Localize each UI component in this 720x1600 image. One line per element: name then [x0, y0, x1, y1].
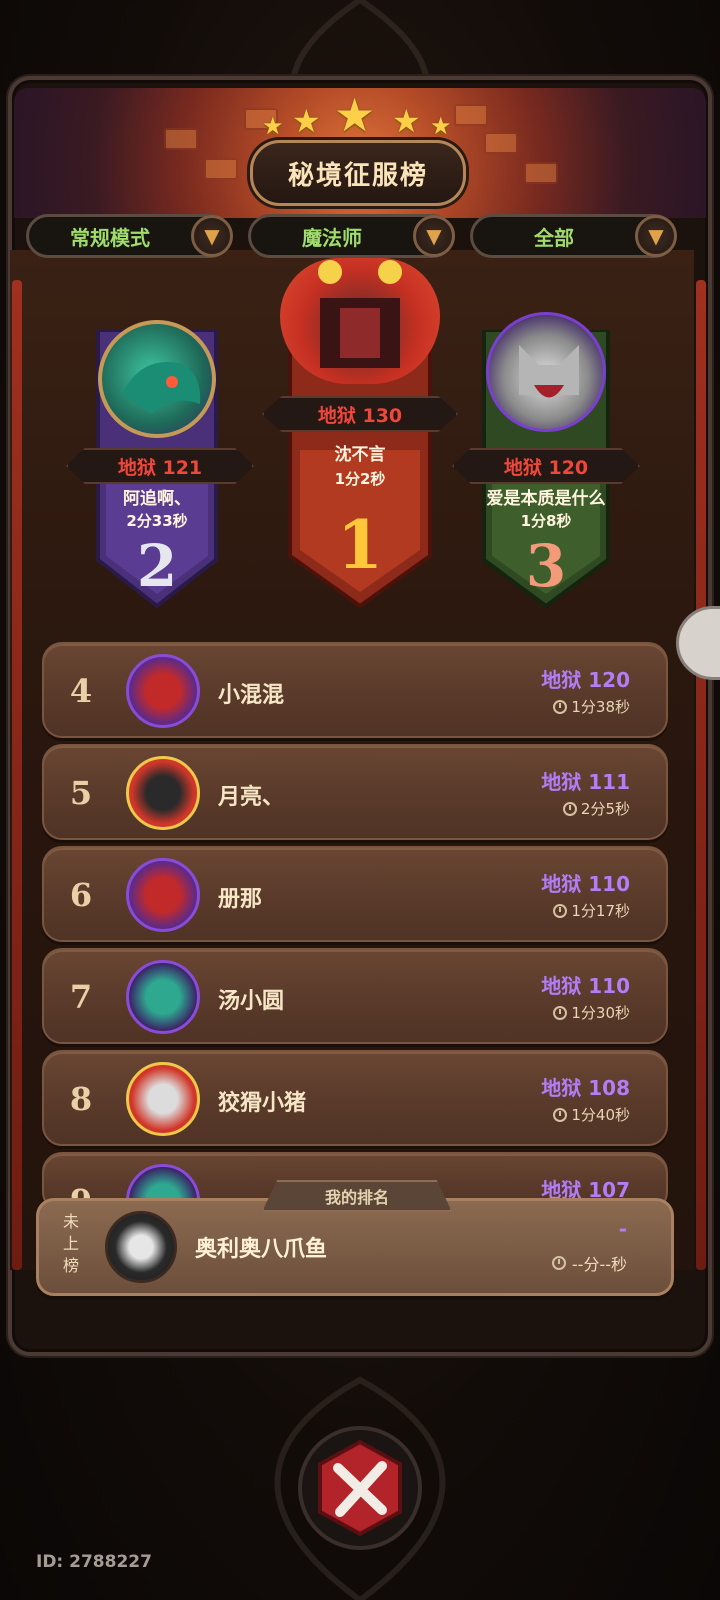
filter-mode-label: 常规模式 — [70, 225, 150, 250]
row-name: 狡猾小猪 — [218, 1091, 307, 1116]
podium-second-score: 地狱 121 — [66, 448, 254, 484]
row-rank: 4 — [69, 672, 93, 710]
chevron-down-icon[interactable]: ▼ — [413, 215, 455, 257]
filter-scope[interactable]: 全部 ▼ — [470, 214, 677, 258]
avatar — [126, 756, 200, 830]
star-icon: ★ — [292, 102, 321, 140]
row-rank: 6 — [69, 876, 93, 914]
my-rank-score: - — [618, 1217, 627, 1241]
my-rank-status: 未上榜 — [62, 1212, 79, 1275]
my-rank-time: --分--秒 — [551, 1251, 627, 1275]
close-button[interactable] — [296, 1424, 424, 1552]
star-icon: ★ — [262, 112, 284, 140]
clock-icon — [553, 1005, 568, 1020]
star-icon: ★ — [430, 112, 452, 140]
my-rank-panel[interactable]: 未上榜 奥利奥八爪鱼 - --分--秒 — [36, 1198, 674, 1296]
filter-class-label: 魔法师 — [302, 225, 362, 250]
table-row[interactable]: 8 狡猾小猪 地狱 108 1分40秒 — [42, 1050, 668, 1146]
row-time: 2分5秒 — [562, 798, 630, 819]
user-id: ID: 2788227 — [36, 1552, 152, 1572]
star-icon: ★ — [392, 102, 421, 140]
avatar — [98, 320, 216, 438]
avatar — [280, 258, 440, 384]
row-rank: 5 — [69, 774, 93, 812]
rating-stars: ★ ★ ★ ★ ★ — [262, 88, 458, 144]
rank-number: 3 — [525, 532, 567, 600]
podium-third-score: 地狱 120 — [452, 448, 640, 484]
avatar — [486, 312, 606, 432]
avatar — [126, 858, 200, 932]
star-icon: ★ — [334, 88, 376, 142]
row-score: 地狱 110 — [541, 872, 630, 896]
rank-number: 2 — [136, 532, 178, 600]
row-name: 小混混 — [218, 683, 285, 708]
row-time: 1分30秒 — [553, 1002, 630, 1023]
row-time: 1分17秒 — [553, 900, 630, 921]
avatar — [126, 654, 200, 728]
row-score: 地狱 111 — [541, 770, 630, 794]
row-time: 1分40秒 — [553, 1104, 630, 1125]
clock-icon — [553, 1107, 568, 1122]
filter-class[interactable]: 魔法师 ▼ — [248, 214, 455, 258]
row-name: 月亮、 — [218, 785, 285, 810]
row-name: 册那 — [218, 887, 263, 912]
right-rail — [696, 280, 706, 1270]
row-score: 地狱 108 — [541, 1076, 630, 1100]
page-title: 秘境征服榜 — [250, 140, 466, 206]
row-name: 汤小圆 — [218, 989, 285, 1014]
clock-icon — [553, 903, 568, 918]
row-time: 1分38秒 — [553, 696, 630, 717]
rank-number: 1 — [337, 506, 383, 584]
avatar — [126, 960, 200, 1034]
clock-icon — [562, 801, 577, 816]
left-rail — [12, 280, 22, 1270]
table-row[interactable]: 4 小混混 地狱 120 1分38秒 — [42, 642, 668, 738]
clock-icon — [551, 1256, 566, 1270]
avatar — [126, 1062, 200, 1136]
row-rank: 7 — [69, 978, 93, 1016]
table-row[interactable]: 5 月亮、 地狱 111 2分5秒 — [42, 744, 668, 840]
clock-icon — [553, 699, 568, 714]
my-rank-name: 奥利奥八爪鱼 — [195, 1237, 328, 1262]
podium-first-score: 地狱 130 — [262, 396, 458, 432]
my-rank-tab: 我的排名 — [262, 1180, 452, 1212]
avatar — [105, 1211, 177, 1283]
filter-mode[interactable]: 常规模式 ▼ — [26, 214, 233, 258]
filter-scope-label: 全部 — [534, 225, 574, 250]
table-row[interactable]: 6 册那 地狱 110 1分17秒 — [42, 846, 668, 942]
row-rank: 8 — [69, 1080, 93, 1118]
chevron-down-icon[interactable]: ▼ — [191, 215, 233, 257]
table-row[interactable]: 7 汤小圆 地狱 110 1分30秒 — [42, 948, 668, 1044]
row-score: 地狱 120 — [541, 668, 630, 692]
row-score: 地狱 110 — [541, 974, 630, 998]
chevron-down-icon[interactable]: ▼ — [635, 215, 677, 257]
podium-first[interactable]: 沈不言 1分2秒 1 — [280, 258, 440, 610]
